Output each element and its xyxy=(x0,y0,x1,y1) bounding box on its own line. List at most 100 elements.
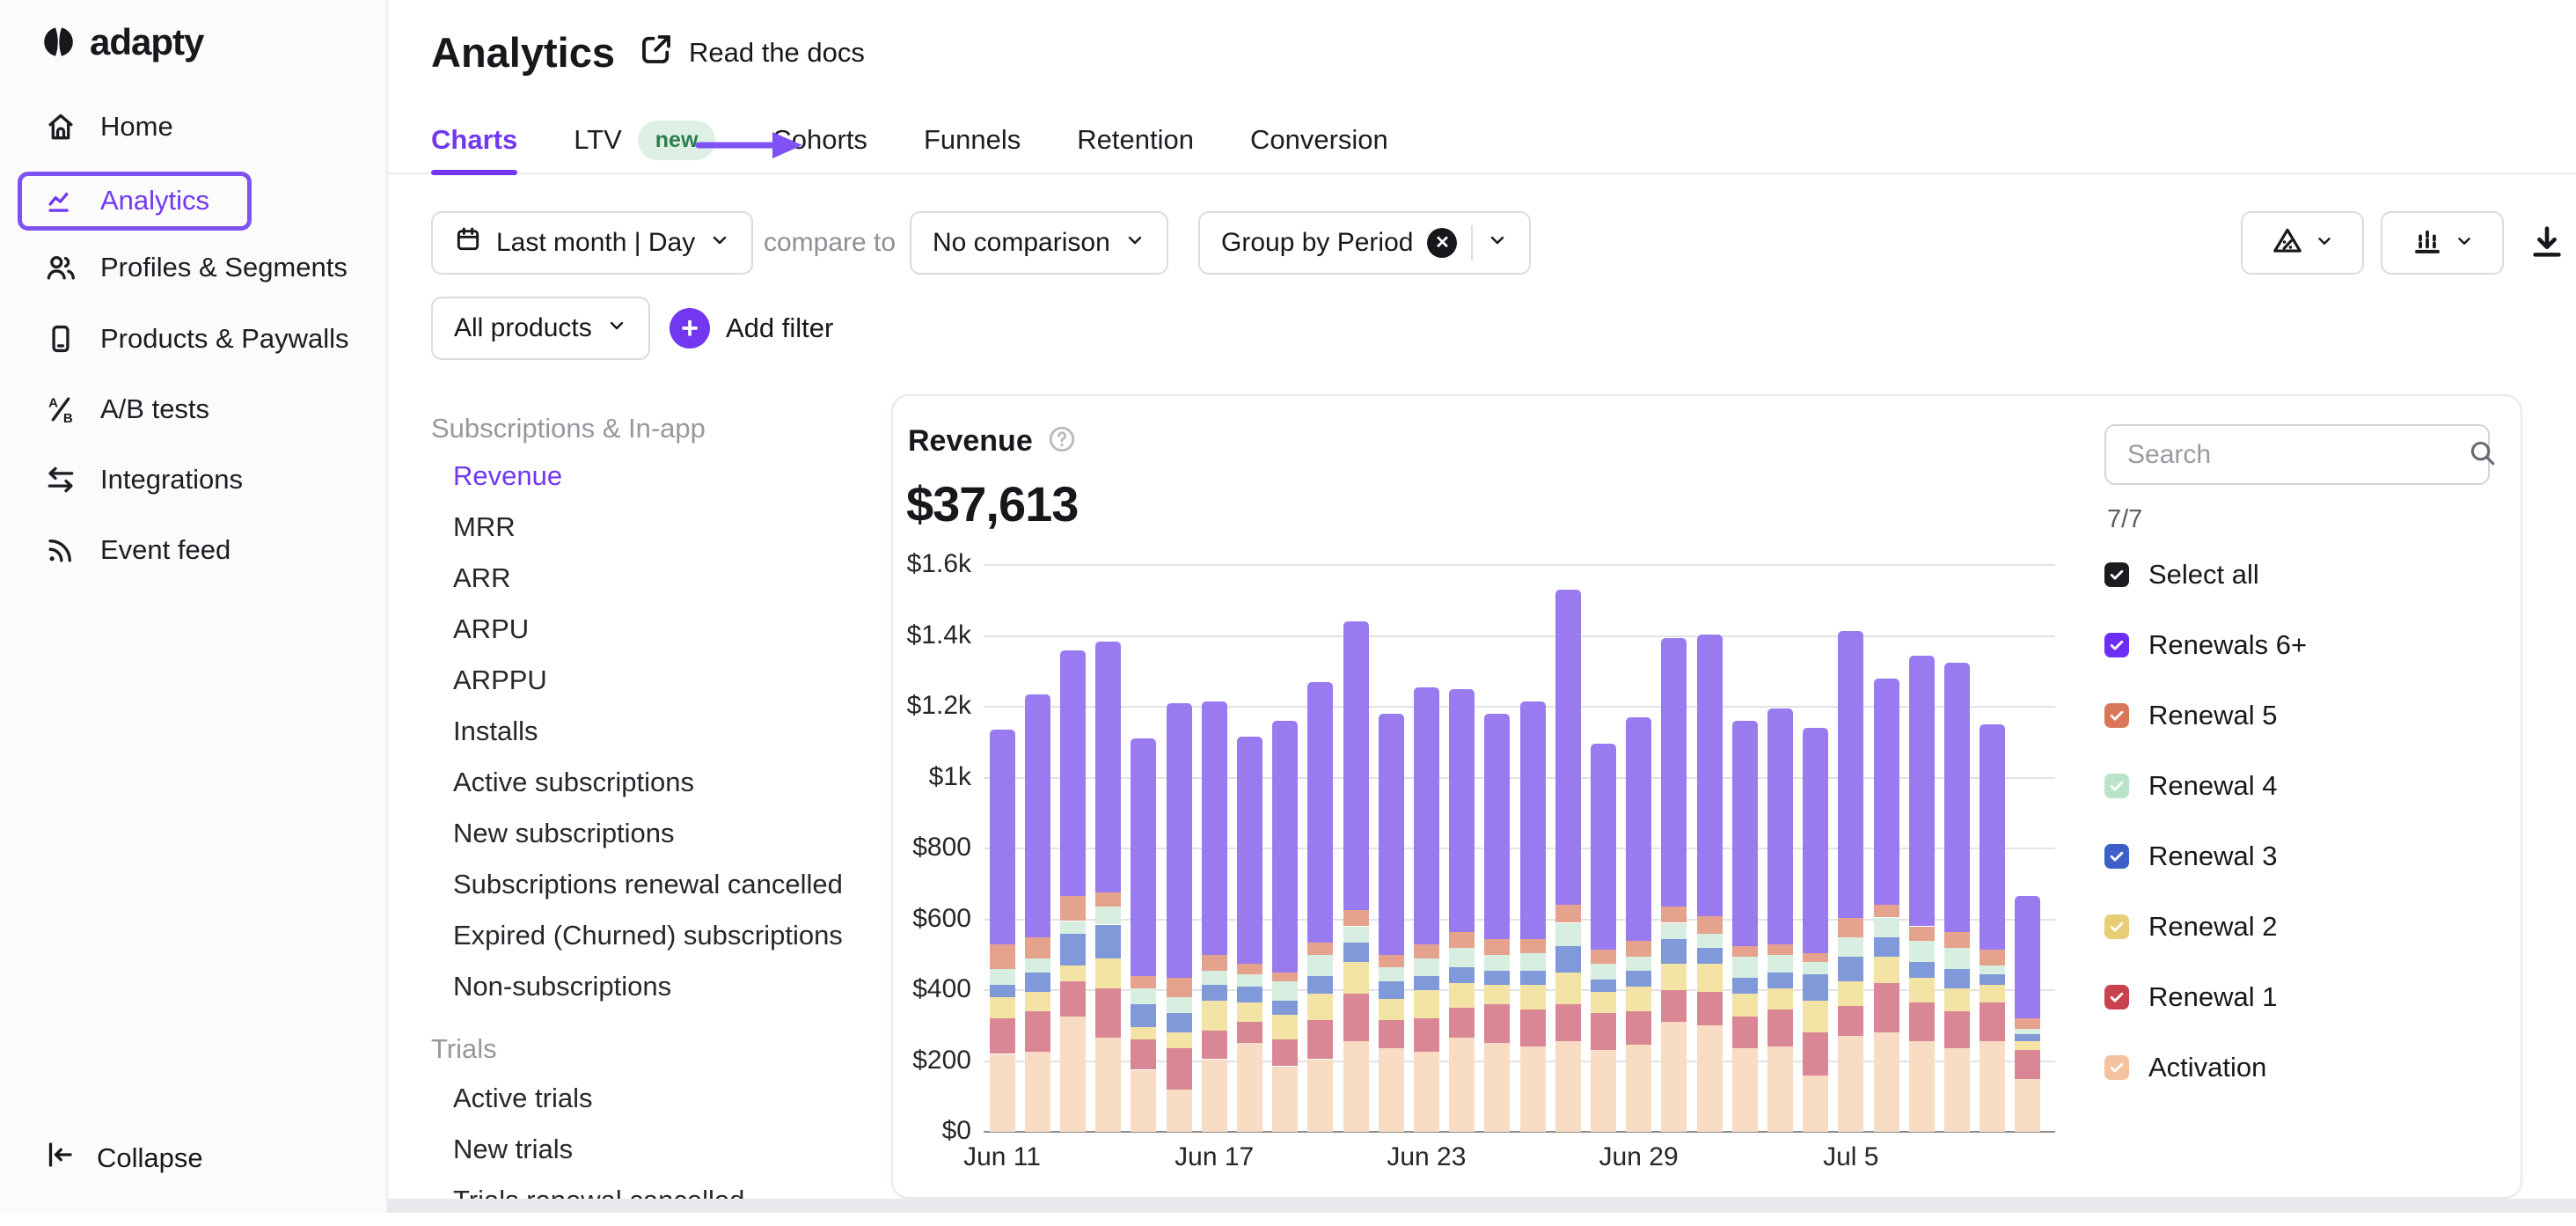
bar-jun-25-renewal-2[interactable] xyxy=(1484,985,1510,1004)
bar-jul-7-renewal-4[interactable] xyxy=(1909,941,1935,962)
bar-jul-4-renewal-2[interactable] xyxy=(1803,1001,1828,1032)
bar-jun-26-renewal-5[interactable] xyxy=(1520,939,1546,953)
bar-jun-27-renewal-4[interactable] xyxy=(1555,923,1581,946)
metric-item-active-subscriptions[interactable]: Active subscriptions xyxy=(453,757,694,808)
tab-funnels[interactable]: Funnels xyxy=(924,106,1021,173)
bar-jul-5-renewal-4[interactable] xyxy=(1838,937,1863,957)
bar-jun-29-renewals-6+[interactable] xyxy=(1626,717,1651,941)
bar-jul-1-activation[interactable] xyxy=(1697,1025,1723,1132)
bar-jul-10-renewal-3[interactable] xyxy=(2015,1034,2040,1041)
bar-jun-30-renewal-5[interactable] xyxy=(1661,907,1687,922)
chart-type-button[interactable] xyxy=(2381,211,2504,275)
bar-jun-23-activation[interactable] xyxy=(1414,1052,1439,1132)
bar-jul-7-renewal-5[interactable] xyxy=(1909,927,1935,941)
bar-jun-21-renewal-4[interactable] xyxy=(1343,927,1369,943)
bar-jul-10-renewals-6+[interactable] xyxy=(2015,896,2040,1018)
bar-jun-12-activation[interactable] xyxy=(1025,1052,1050,1132)
bar-jun-23-renewal-1[interactable] xyxy=(1414,1018,1439,1052)
bar-jun-18-renewal-4[interactable] xyxy=(1237,974,1262,987)
bar-jun-20-renewal-2[interactable] xyxy=(1307,994,1333,1020)
sidebar-item-profiles-segments[interactable]: Profiles & Segments xyxy=(26,239,361,297)
bar-jun-27-renewal-1[interactable] xyxy=(1555,1004,1581,1041)
bar-jul-9-renewal-2[interactable] xyxy=(1980,985,2005,1002)
bar-jul-8-renewal-5[interactable] xyxy=(1944,932,1970,948)
sidebar-item-integrations[interactable]: Integrations xyxy=(26,451,361,509)
bar-jul-8-renewal-3[interactable] xyxy=(1944,969,1970,988)
bar-jun-14-activation[interactable] xyxy=(1095,1038,1121,1132)
tab-ltv[interactable]: LTVnew xyxy=(574,106,715,173)
bar-jun-27-renewal-5[interactable] xyxy=(1555,905,1581,922)
bar-jun-26-renewals-6+[interactable] xyxy=(1520,701,1546,939)
bar-jul-10-renewal-4[interactable] xyxy=(2015,1029,2040,1034)
bar-jun-22-renewal-5[interactable] xyxy=(1379,955,1404,967)
bar-jul-9-renewals-6+[interactable] xyxy=(1980,724,2005,950)
bar-jul-7-renewal-2[interactable] xyxy=(1909,978,1935,1002)
bar-jun-11-renewal-4[interactable] xyxy=(990,969,1015,985)
bar-jun-28-activation[interactable] xyxy=(1591,1050,1616,1132)
bar-jun-23-renewal-4[interactable] xyxy=(1414,958,1439,976)
bar-jul-6-renewal-1[interactable] xyxy=(1874,983,1899,1032)
collapse-button[interactable]: Collapse xyxy=(26,1129,290,1187)
bar-jun-21-renewal-2[interactable] xyxy=(1343,962,1369,994)
bar-jul-4-renewals-6+[interactable] xyxy=(1803,728,1828,953)
bar-jul-5-renewal-1[interactable] xyxy=(1838,1006,1863,1036)
bar-jun-11-renewal-5[interactable] xyxy=(990,944,1015,969)
horizontal-scrollbar[interactable] xyxy=(388,1199,2576,1213)
bar-jul-6-renewal-3[interactable] xyxy=(1874,937,1899,957)
bar-jun-16-activation[interactable] xyxy=(1167,1090,1192,1132)
bar-jun-28-renewals-6+[interactable] xyxy=(1591,744,1616,950)
series-toggle-activation[interactable]: Activation xyxy=(2104,1032,2492,1103)
help-circle-icon[interactable] xyxy=(1047,424,1077,459)
bar-jun-30-renewal-4[interactable] xyxy=(1661,923,1687,939)
bar-jul-5-renewal-2[interactable] xyxy=(1838,981,1863,1006)
bar-jun-16-renewal-2[interactable] xyxy=(1167,1032,1192,1048)
bar-jun-26-renewal-3[interactable] xyxy=(1520,971,1546,985)
bar-jun-21-renewals-6+[interactable] xyxy=(1343,621,1369,910)
bar-jun-25-renewal-1[interactable] xyxy=(1484,1004,1510,1043)
bar-jun-26-renewal-1[interactable] xyxy=(1520,1009,1546,1046)
bar-jun-13-renewals-6+[interactable] xyxy=(1060,650,1086,897)
bar-jun-21-renewal-5[interactable] xyxy=(1343,910,1369,926)
series-toggle-renewal-1[interactable]: Renewal 1 xyxy=(2104,962,2492,1032)
bar-jul-10-renewal-2[interactable] xyxy=(2015,1041,2040,1050)
bar-jul-3-renewal-1[interactable] xyxy=(1767,1009,1793,1046)
bar-jun-27-activation[interactable] xyxy=(1555,1041,1581,1132)
bar-jul-5-renewal-3[interactable] xyxy=(1838,957,1863,981)
bar-jun-12-renewals-6+[interactable] xyxy=(1025,694,1050,937)
tab-retention[interactable]: Retention xyxy=(1077,106,1194,173)
bar-jul-8-renewal-2[interactable] xyxy=(1944,988,1970,1011)
bar-jun-26-renewal-2[interactable] xyxy=(1520,985,1546,1009)
bar-jun-19-renewals-6+[interactable] xyxy=(1272,721,1298,973)
bar-jun-13-activation[interactable] xyxy=(1060,1017,1086,1132)
bar-jun-25-renewals-6+[interactable] xyxy=(1484,714,1510,939)
bar-jun-15-renewal-4[interactable] xyxy=(1131,988,1156,1004)
checkbox-checked-icon[interactable] xyxy=(2104,844,2129,869)
bar-jul-7-activation[interactable] xyxy=(1909,1041,1935,1132)
bar-jul-6-renewal-5[interactable] xyxy=(1874,905,1899,917)
bar-jun-17-renewal-2[interactable] xyxy=(1202,1001,1227,1031)
bar-jul-4-renewal-3[interactable] xyxy=(1803,974,1828,1001)
bar-jun-19-renewal-4[interactable] xyxy=(1272,981,1298,1001)
bar-jun-15-activation[interactable] xyxy=(1131,1070,1156,1132)
bar-jun-13-renewal-5[interactable] xyxy=(1060,896,1086,921)
bar-jul-1-renewal-3[interactable] xyxy=(1697,948,1723,964)
bar-jun-24-renewal-3[interactable] xyxy=(1449,967,1475,983)
bar-jun-23-renewal-5[interactable] xyxy=(1414,944,1439,958)
bar-jun-22-activation[interactable] xyxy=(1379,1048,1404,1132)
bar-jun-20-renewal-1[interactable] xyxy=(1307,1020,1333,1059)
bar-jun-18-renewals-6+[interactable] xyxy=(1237,737,1262,964)
bar-jul-4-renewal-5[interactable] xyxy=(1803,953,1828,962)
bar-jul-9-activation[interactable] xyxy=(1980,1041,2005,1132)
bar-jun-24-renewal-5[interactable] xyxy=(1449,932,1475,948)
bar-jun-14-renewal-3[interactable] xyxy=(1095,925,1121,958)
bar-jun-29-renewal-3[interactable] xyxy=(1626,971,1651,987)
bar-jun-30-activation[interactable] xyxy=(1661,1022,1687,1132)
bar-jun-28-renewal-1[interactable] xyxy=(1591,1013,1616,1050)
metric-item-new-trials[interactable]: New trials xyxy=(453,1124,573,1175)
bar-jul-1-renewal-4[interactable] xyxy=(1697,934,1723,948)
bar-jun-21-activation[interactable] xyxy=(1343,1041,1369,1132)
metric-item-revenue[interactable]: Revenue xyxy=(453,451,562,502)
bar-jun-25-renewal-4[interactable] xyxy=(1484,955,1510,971)
bar-jun-22-renewal-2[interactable] xyxy=(1379,999,1404,1020)
bar-jun-19-activation[interactable] xyxy=(1272,1067,1298,1133)
